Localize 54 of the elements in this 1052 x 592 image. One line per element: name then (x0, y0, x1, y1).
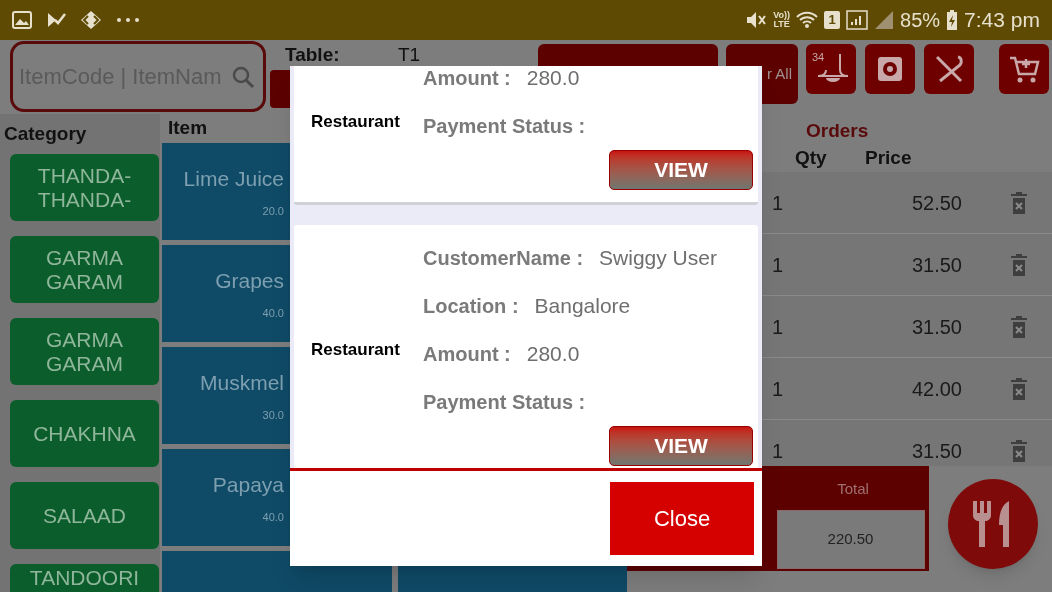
field-label: Payment Status : (423, 390, 586, 415)
column-header: Qty (795, 145, 828, 170)
field-label: Payment Status : (423, 114, 586, 139)
price-cell-text: 52.50 (910, 190, 962, 216)
table-label: Table: (284, 42, 341, 67)
category-button[interactable]: SALAAD (10, 482, 159, 549)
qty-cell-text: 1 (772, 252, 785, 278)
field-value: 280.0 (526, 341, 580, 368)
item-price: 40.0 (262, 509, 284, 525)
item-name: Lime Juice (183, 166, 284, 192)
price-cell-text: 31.50 (910, 252, 962, 278)
item-name: Papaya (212, 472, 284, 498)
orders-title: Orders (805, 119, 870, 143)
total-value: 220.50 (776, 509, 925, 569)
field-value: Bangalore (534, 293, 631, 320)
clock: 7:43 pm (964, 7, 1040, 34)
column-header: Price (865, 145, 912, 170)
category-button[interactable]: TANDOORI (10, 564, 159, 592)
category-button[interactable]: GARMA GARAM (10, 318, 159, 385)
category-button[interactable]: THANDA- THANDA- (10, 154, 159, 221)
category-button[interactable]: CHAKHNA (10, 400, 159, 467)
table-value: T1 (398, 42, 421, 67)
badge-count: 34 (812, 50, 825, 65)
field-label: Amount : (423, 66, 511, 91)
price-cell-text: 31.50 (910, 438, 962, 464)
qty-cell-text: 1 (772, 438, 785, 464)
sim-badge: 1 (824, 11, 841, 29)
field-value: Swiggy User (599, 245, 717, 272)
price-cell-text: 31.50 (910, 314, 962, 340)
total-label: Total (837, 479, 869, 499)
qty-cell-text: 1 (772, 376, 785, 402)
field-label: CustomerName : (423, 246, 584, 271)
qty-cell-text: 1 (772, 314, 785, 340)
volte-label: Vo)) (773, 11, 791, 20)
category-header: Category (3, 122, 88, 146)
qty-cell-text: 1 (772, 190, 785, 216)
bell-button[interactable]: 34 (806, 44, 856, 94)
item-price: 20.0 (262, 203, 284, 219)
restaurant-label: Restaurant (311, 111, 400, 134)
item-name: Muskmel (200, 370, 284, 396)
item-name: Grapes (215, 268, 284, 294)
category-button[interactable]: GARMA GARAM (10, 236, 159, 303)
battery-percent: 85% (900, 8, 941, 33)
field-label: Location : (423, 294, 519, 319)
item-price: 30.0 (262, 407, 284, 423)
volte-label: LTE (773, 20, 790, 29)
close-button[interactable]: Close (610, 482, 754, 555)
item-price: 40.0 (262, 305, 284, 321)
price-cell-text: 42.00 (910, 376, 962, 402)
view-button[interactable]: VIEW (609, 426, 753, 466)
field-label: Amount : (423, 342, 511, 367)
view-button[interactable]: VIEW (609, 150, 753, 190)
item-header: Item (168, 116, 208, 140)
field-value: 280.0 (526, 66, 580, 92)
